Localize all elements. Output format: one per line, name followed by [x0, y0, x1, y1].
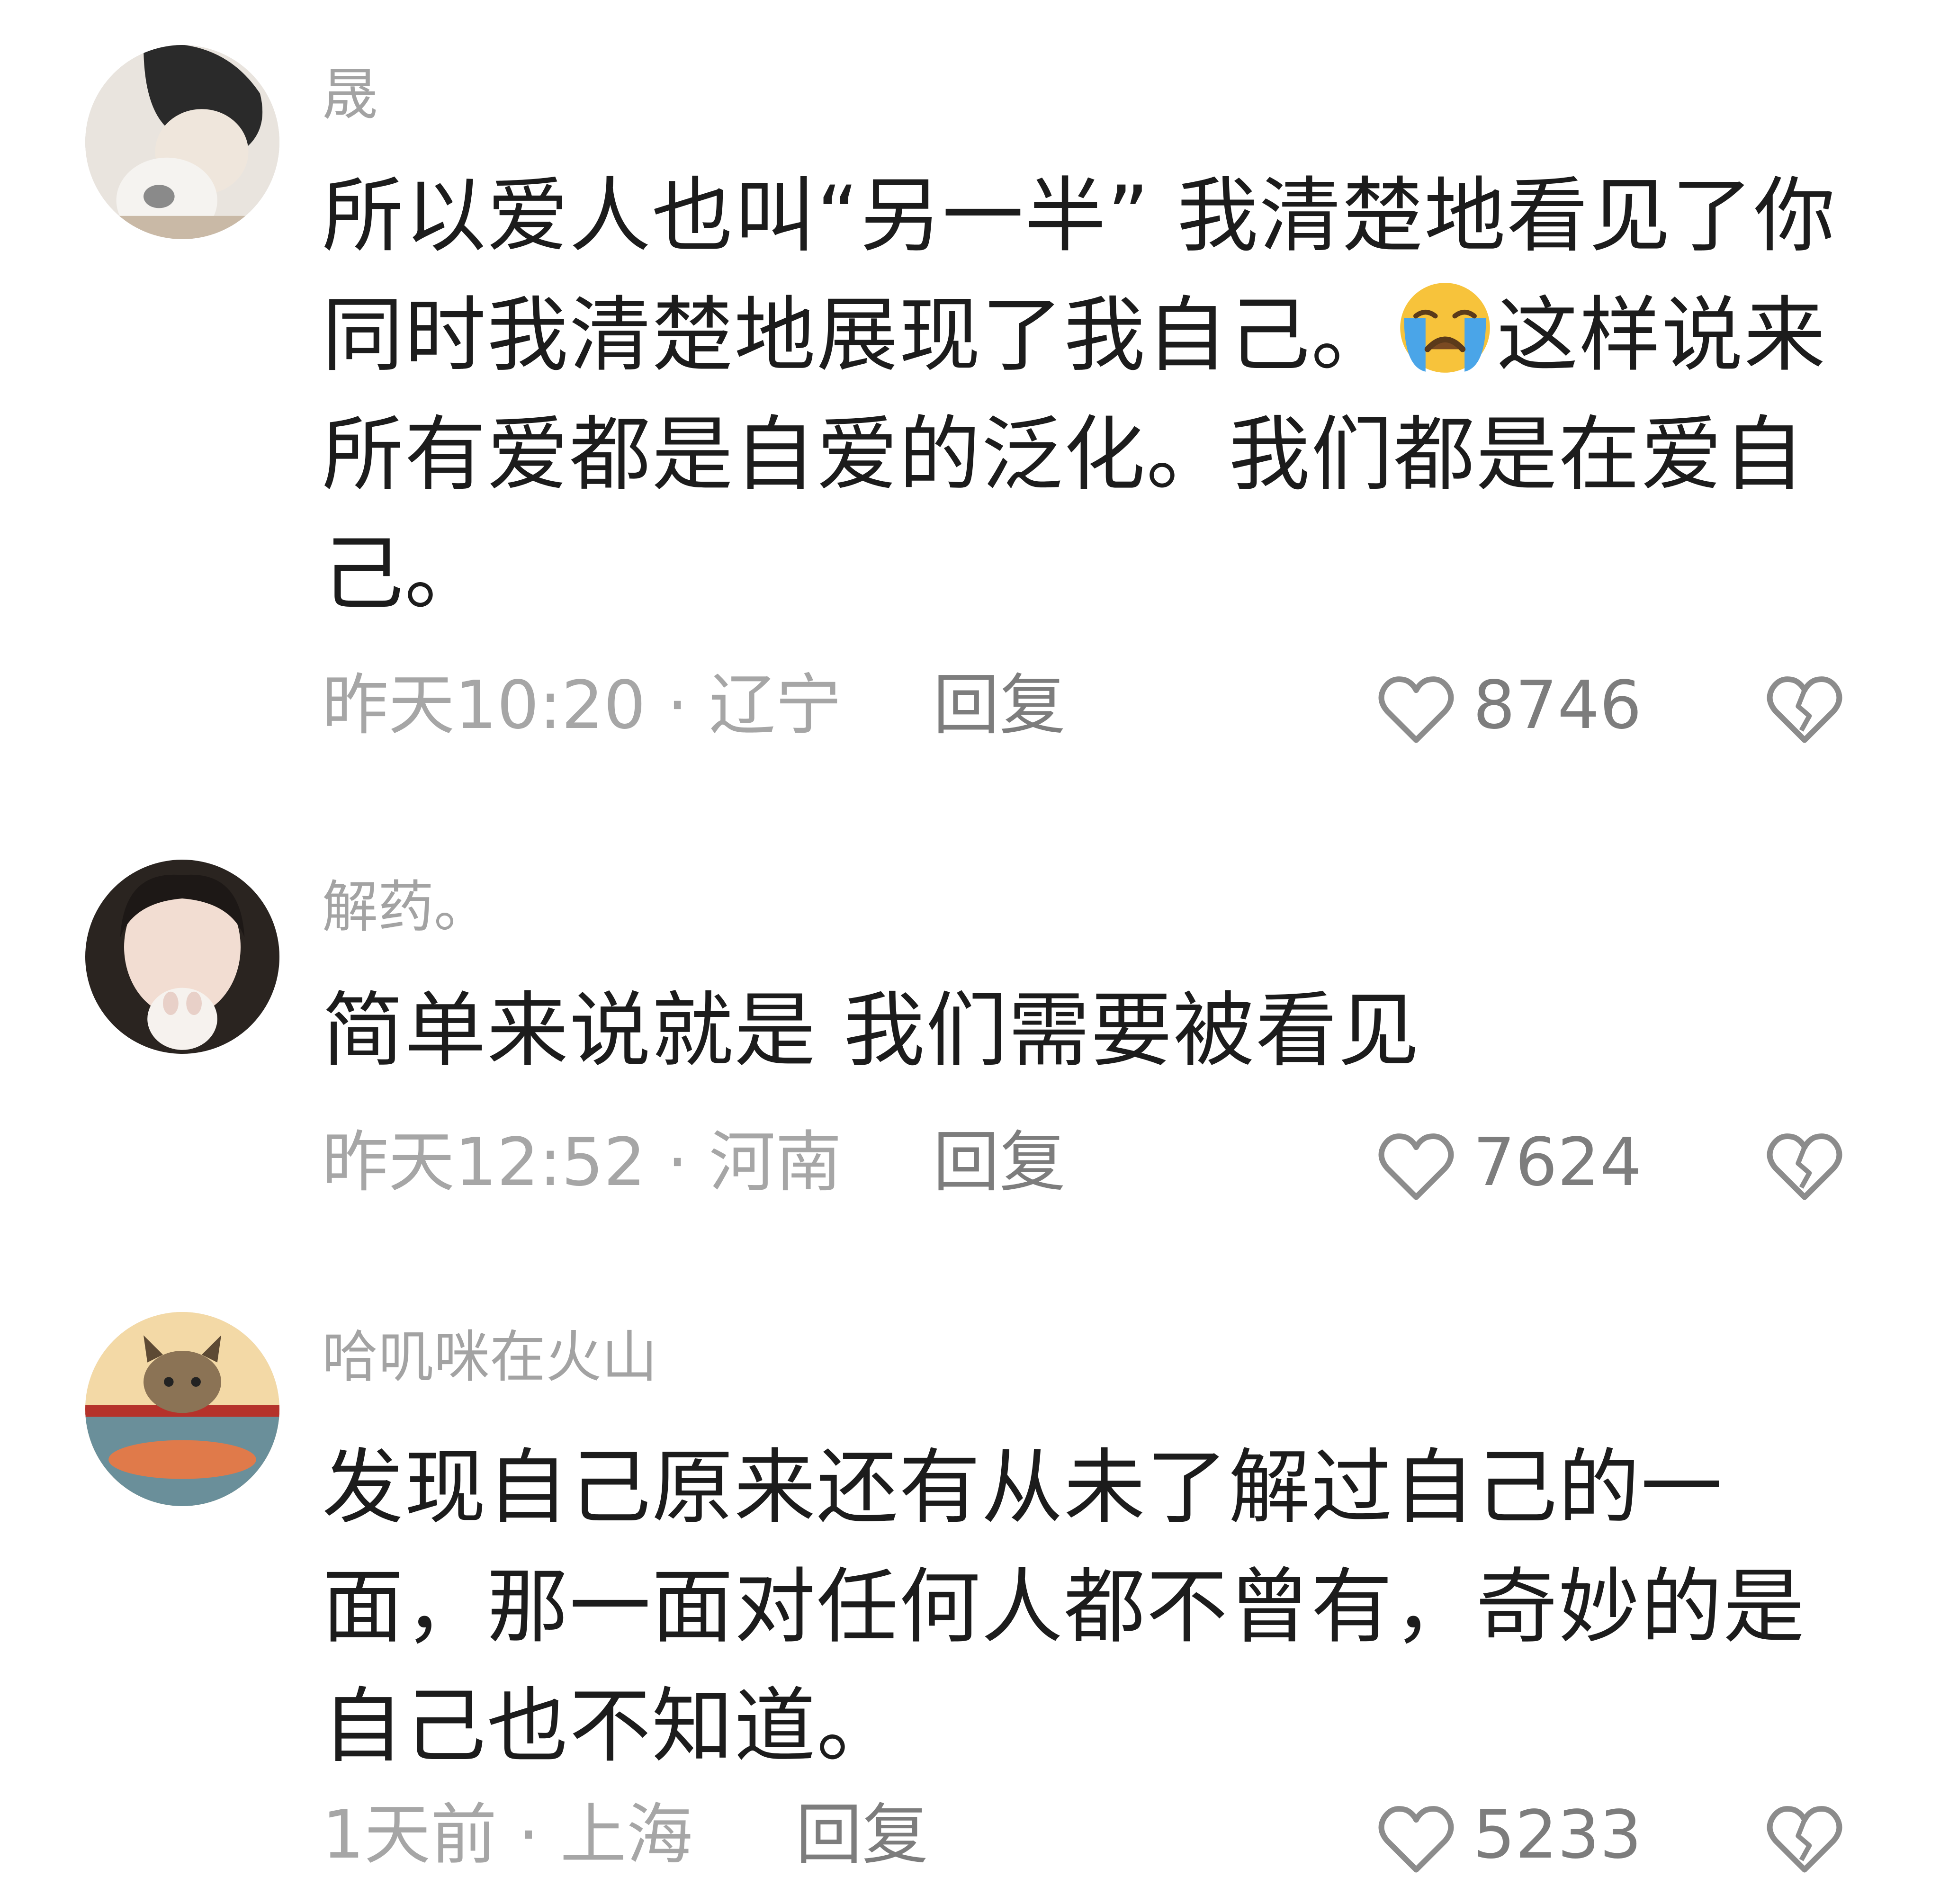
like-count: 7624 [1473, 1124, 1642, 1201]
comment-meta: 昨天10:20 · 辽宁 回复 8746 [322, 665, 1895, 746]
heart-outline-icon [1378, 1806, 1454, 1873]
loudly-crying-face-icon [1400, 283, 1490, 373]
username[interactable]: 哈叽咪在火山 [322, 1321, 657, 1392]
broken-heart-icon [1767, 1806, 1842, 1873]
comment-meta: 昨天12:52 · 河南 回复 7624 [322, 1123, 1895, 1203]
comment-text: 发现自己原来还有从未了解过自己的一面，那一面对任何人都不曾有，奇妙的是自己也不知… [322, 1440, 1805, 1774]
comment-item: 解药。 简单来说就是 我们需要被看见 昨天12:52 · 河南 回复 7624 [0, 781, 1940, 1255]
time-location: 昨天10:20 · 辽宁 [322, 667, 842, 744]
reply-button[interactable]: 回复 [933, 665, 1066, 746]
avatar-image [85, 860, 279, 1054]
broken-heart-icon [1767, 1133, 1842, 1200]
comment-text: 所以爱人也叫“另一半” 我清楚地看见了你同时我清楚地展现了我自己。 这样说来所有… [322, 156, 1876, 634]
avatar-image [85, 1312, 279, 1506]
broken-heart-icon [1767, 676, 1842, 743]
like-count: 8746 [1473, 667, 1642, 744]
time-location: 1天前 · 上海 [322, 1796, 693, 1874]
avatar[interactable] [85, 860, 279, 1054]
comment-item: 晟 所以爱人也叫“另一半” 我清楚地看见了你同时我清楚地展现了我自己。 这样说来… [0, 0, 1940, 781]
heart-outline-icon [1378, 676, 1454, 743]
time-location: 昨天12:52 · 河南 [322, 1124, 842, 1201]
dislike-button[interactable] [1762, 1799, 1847, 1879]
comment-meta: 1天前 · 上海 回复 5233 [322, 1795, 1895, 1876]
comment-text: 简单来说就是 我们需要被看见 [322, 983, 1420, 1078]
comment-item: 哈叽咪在火山 发现自己原来还有从未了解过自己的一面，那一面对任何人都不曾有，奇妙… [0, 1255, 1940, 1904]
avatar-image [85, 45, 279, 239]
heart-outline-icon [1378, 1133, 1454, 1200]
like-count: 5233 [1473, 1796, 1642, 1874]
avatar[interactable] [85, 1312, 279, 1506]
username[interactable]: 解药。 [322, 871, 490, 943]
reply-button[interactable]: 回复 [933, 1123, 1066, 1203]
username[interactable]: 晟 [322, 59, 378, 130]
dislike-button[interactable] [1762, 1126, 1847, 1207]
dislike-button[interactable] [1762, 669, 1847, 750]
avatar[interactable] [85, 45, 279, 239]
reply-button[interactable]: 回复 [796, 1795, 928, 1876]
